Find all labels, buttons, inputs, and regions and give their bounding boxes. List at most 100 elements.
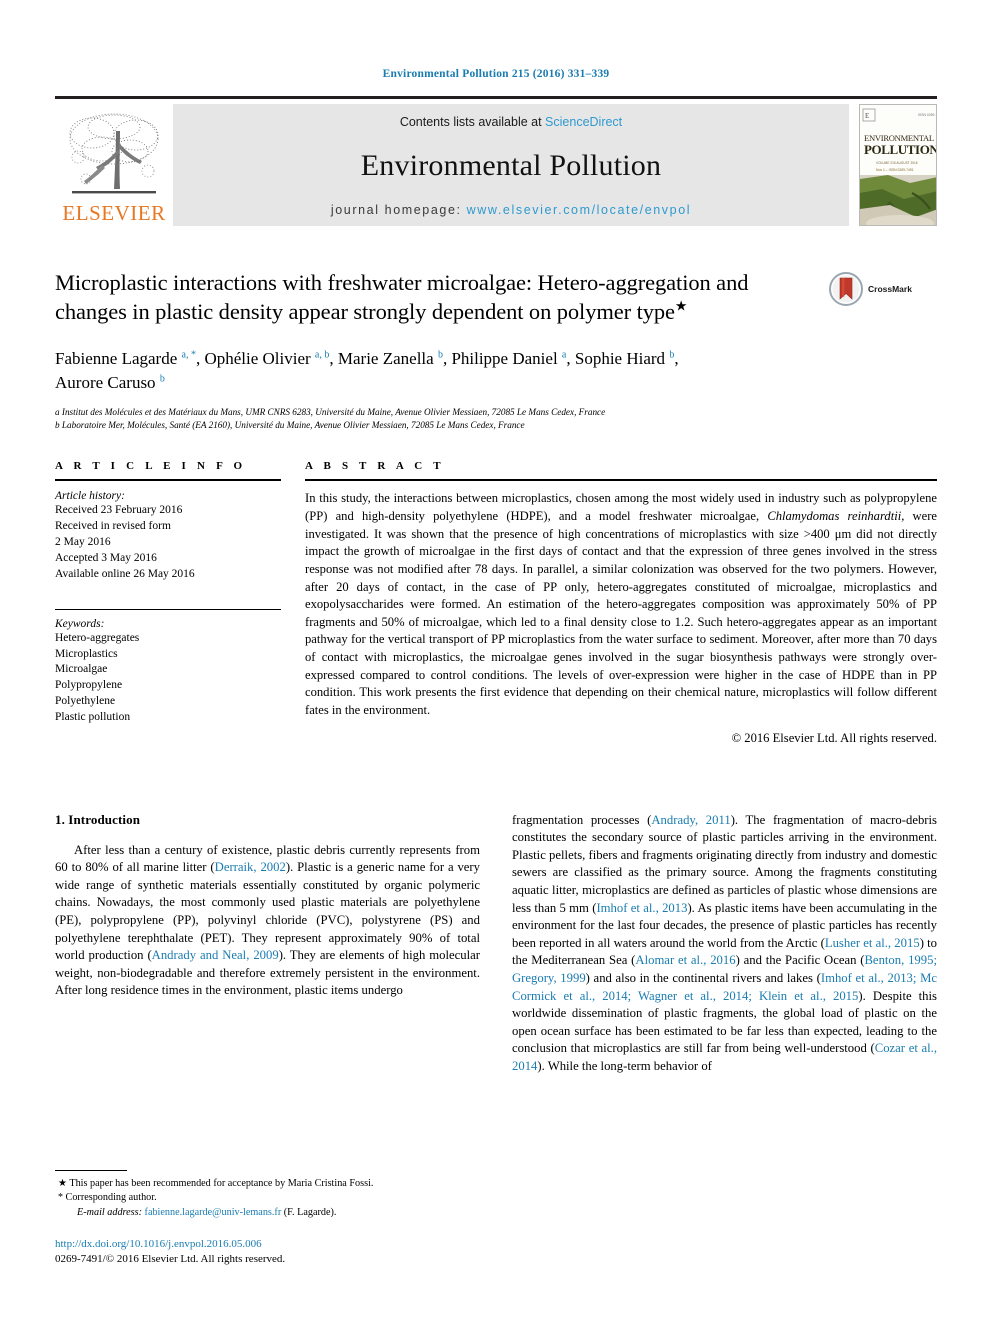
author-affil-marker: b: [159, 373, 165, 385]
history-item: Received 23 February 2016: [55, 504, 183, 517]
intro-right-seg4: ) and the Pacific Ocean (: [735, 953, 865, 968]
introduction-heading: 1. Introduction: [55, 811, 141, 827]
elsevier-logo: ELSEVIER: [55, 104, 173, 226]
masthead: ELSEVIER Contents lists available at Sci…: [55, 104, 937, 226]
intro-right-prefix: fragmentation processes (: [512, 812, 652, 827]
article-info-rule: [55, 479, 281, 482]
keyword-item: Microplastics: [55, 647, 118, 660]
footnote-star-text: This paper has been recommended for acce…: [69, 1177, 374, 1189]
email-link[interactable]: fabienne.lagarde@univ-lemans.fr: [145, 1207, 282, 1218]
email-label: E-mail address:: [77, 1206, 142, 1218]
journal-banner: Contents lists available at ScienceDirec…: [173, 104, 849, 226]
doi-link[interactable]: http://dx.doi.org/10.1016/j.envpol.2016.…: [55, 1237, 485, 1252]
intro-right-seg5: ) and also in the continental rivers and…: [585, 970, 821, 985]
abstract-column: A B S T R A C T In this study, the inter…: [305, 460, 937, 745]
footnote-corresponding: * Corresponding author.: [55, 1191, 485, 1205]
contents-available-line: Contents lists available at ScienceDirec…: [400, 115, 622, 129]
article-history-label: Article history:: [55, 490, 125, 503]
citation-imhof-2013[interactable]: Imhof et al., 2013: [596, 901, 687, 915]
info-abstract-block: A R T I C L E I N F O Article history: R…: [55, 460, 937, 745]
svg-text:Nos 1 – ISSN 0269-7491: Nos 1 – ISSN 0269-7491: [876, 168, 914, 172]
column-left: 1. Introduction After less than a centur…: [55, 812, 480, 1076]
author-affil-marker: a, b: [314, 348, 330, 360]
homepage-url-link[interactable]: www.elsevier.com/locate/envpol: [467, 203, 691, 217]
footnote-star: ★ This paper has been recommended for ac…: [55, 1177, 485, 1191]
column-right: fragmentation processes (Andrady, 2011).…: [512, 812, 937, 1076]
intro-right-seg7: ). While the long-term behavior of: [537, 1058, 712, 1073]
journal-title: Environmental Pollution: [360, 149, 662, 182]
history-item: Available online 26 May 2016: [55, 567, 195, 580]
title-footnote-marker: ★: [674, 299, 688, 315]
keyword-item: Plastic pollution: [55, 711, 131, 724]
journal-homepage-line: journal homepage: www.elsevier.com/locat…: [331, 203, 691, 217]
author-affil-marker: a, *: [181, 348, 196, 360]
masthead-top-rule: [55, 96, 937, 99]
intro-paragraph-right: fragmentation processes (Andrady, 2011).…: [512, 812, 937, 1076]
keyword-item: Polyethylene: [55, 695, 116, 708]
contents-prefix: Contents lists available at: [399, 115, 546, 129]
paper-page: Environmental Pollution 215 (2016) 331–3…: [0, 0, 992, 1323]
article-info-heading: A R T I C L E I N F O: [55, 460, 247, 473]
intro-right-seg1: ). The fragmentation of macro-debris con…: [512, 812, 937, 915]
affiliation-b: b Laboratoire Mer, Molécules, Santé (EA …: [55, 419, 937, 432]
journal-cover-thumbnail: E ISSN 0269-7491 ENVIRONMENTAL POLLUTION…: [859, 104, 937, 226]
doi-block: http://dx.doi.org/10.1016/j.envpol.2016.…: [55, 1237, 485, 1267]
citation-lusher-2015[interactable]: Lusher et al., 2015: [825, 936, 920, 950]
history-item: Received in revised form: [55, 520, 171, 533]
intro-paragraph-left: After less than a century of existence, …: [55, 842, 480, 1000]
title-row: Microplastic interactions with freshwate…: [55, 268, 937, 327]
svg-text:POLLUTION: POLLUTION: [864, 142, 937, 157]
citation-andrady-2011[interactable]: Andrady, 2011: [651, 813, 730, 827]
citation-alomar-2016[interactable]: Alomar et al., 2016: [635, 953, 735, 967]
affiliation-b-text: b Laboratoire Mer, Molécules, Santé (EA …: [55, 420, 525, 431]
affiliation-a: a Institut des Molécules et des Matériau…: [55, 406, 937, 419]
title-text: Microplastic interactions with freshwate…: [55, 270, 749, 325]
footnote-star-marker: ★: [58, 1177, 67, 1189]
citation-derraik-2002[interactable]: Derraik, 2002: [215, 860, 286, 874]
keywords-block: Keywords: Hetero-aggregates Microplastic…: [55, 608, 281, 726]
issn-copyright-line: 0269-7491/© 2016 Elsevier Ltd. All right…: [55, 1253, 286, 1266]
svg-text:VOLUME 215 AUGUST 2016: VOLUME 215 AUGUST 2016: [876, 161, 918, 165]
elsevier-tree-icon: [69, 113, 159, 194]
footnote-corresponding-marker: *: [58, 1192, 63, 1204]
author-affil-marker: b: [669, 348, 675, 360]
abstract-rule: [305, 479, 937, 482]
article-info-column: A R T I C L E I N F O Article history: R…: [55, 460, 305, 745]
title-column: Microplastic interactions with freshwate…: [55, 268, 829, 327]
abstract-heading: A B S T R A C T: [305, 460, 445, 473]
crossmark-badge[interactable]: CrossMark: [829, 268, 937, 306]
running-head: Environmental Pollution 215 (2016) 331–3…: [382, 68, 610, 80]
intro-left-mid: ). Plastic is a generic name for a very …: [55, 860, 480, 963]
footnotes-block: ★ This paper has been recommended for ac…: [55, 1169, 485, 1267]
author-list: Fabienne Lagarde a, *, Ophélie Olivier a…: [55, 348, 679, 393]
affiliation-a-text: a Institut des Molécules et des Matériau…: [55, 406, 606, 417]
abstract-species-name: Chlamydomas reinhardtii: [767, 509, 902, 524]
email-suffix: (F. Lagarde).: [283, 1206, 337, 1218]
abstract-copyright: © 2016 Elsevier Ltd. All rights reserved…: [731, 730, 937, 745]
masthead-section: ELSEVIER Contents lists available at Sci…: [0, 96, 992, 226]
crossmark-icon: [829, 272, 863, 306]
keyword-item: Polypropylene: [55, 679, 123, 692]
author-affil-marker: a: [561, 348, 567, 360]
footnote-corresponding-text: Corresponding author.: [65, 1192, 157, 1204]
footnote-rule: [55, 1169, 127, 1171]
history-item: Accepted 3 May 2016: [55, 552, 157, 565]
keyword-item: Hetero-aggregates: [55, 631, 140, 644]
svg-text:E: E: [865, 112, 869, 120]
abstract-text: In this study, the interactions between …: [305, 490, 937, 719]
crossmark-label: CrossMark: [868, 284, 912, 294]
history-item: 2 May 2016: [55, 536, 111, 549]
elsevier-wordmark: ELSEVIER: [62, 201, 166, 225]
footnote-email-line: E-mail address: fabienne.lagarde@univ-le…: [55, 1206, 485, 1220]
keywords-label: Keywords:: [55, 617, 105, 630]
two-column-body: 1. Introduction After less than a centur…: [55, 812, 937, 1076]
journal-cover-image: E ISSN 0269-7491 ENVIRONMENTAL POLLUTION…: [860, 105, 937, 225]
sciencedirect-link[interactable]: ScienceDirect: [545, 115, 622, 129]
citation-andrady-neal-2009[interactable]: Andrady and Neal, 2009: [152, 948, 279, 962]
homepage-prefix: journal homepage:: [330, 203, 467, 217]
svg-text:ISSN 0269-7491: ISSN 0269-7491: [918, 113, 937, 117]
keyword-item: Microalgae: [55, 663, 108, 676]
author-affil-marker: b: [437, 348, 443, 360]
abstract-part2: , were investigated. It was shown that t…: [305, 509, 938, 717]
keywords-rule: [55, 608, 281, 610]
